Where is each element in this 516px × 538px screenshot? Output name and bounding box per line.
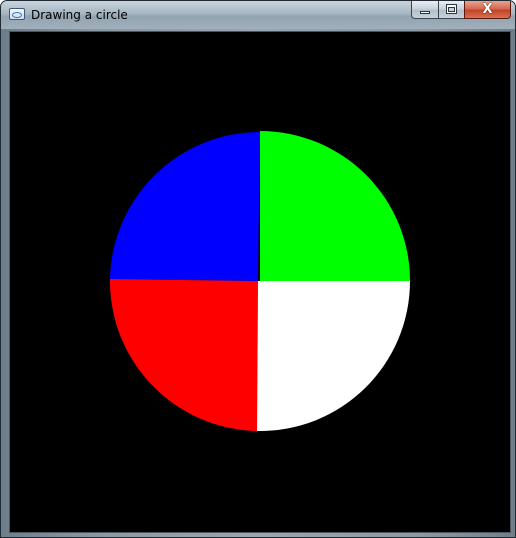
close-icon: X: [482, 2, 493, 17]
minimize-button[interactable]: [411, 1, 438, 19]
app-window-icon[interactable]: [9, 8, 25, 20]
title-bar[interactable]: Drawing a circle X: [1, 1, 515, 29]
circle-drawing: [10, 32, 510, 532]
window-title: Drawing a circle: [31, 8, 128, 22]
app-window: Drawing a circle X: [0, 0, 516, 538]
caption-buttons: X: [411, 1, 511, 20]
drawing-canvas: [9, 31, 511, 533]
close-button[interactable]: X: [464, 1, 511, 19]
minimize-icon: [420, 11, 430, 14]
maximize-button[interactable]: [438, 1, 464, 19]
maximize-icon: [446, 4, 457, 14]
